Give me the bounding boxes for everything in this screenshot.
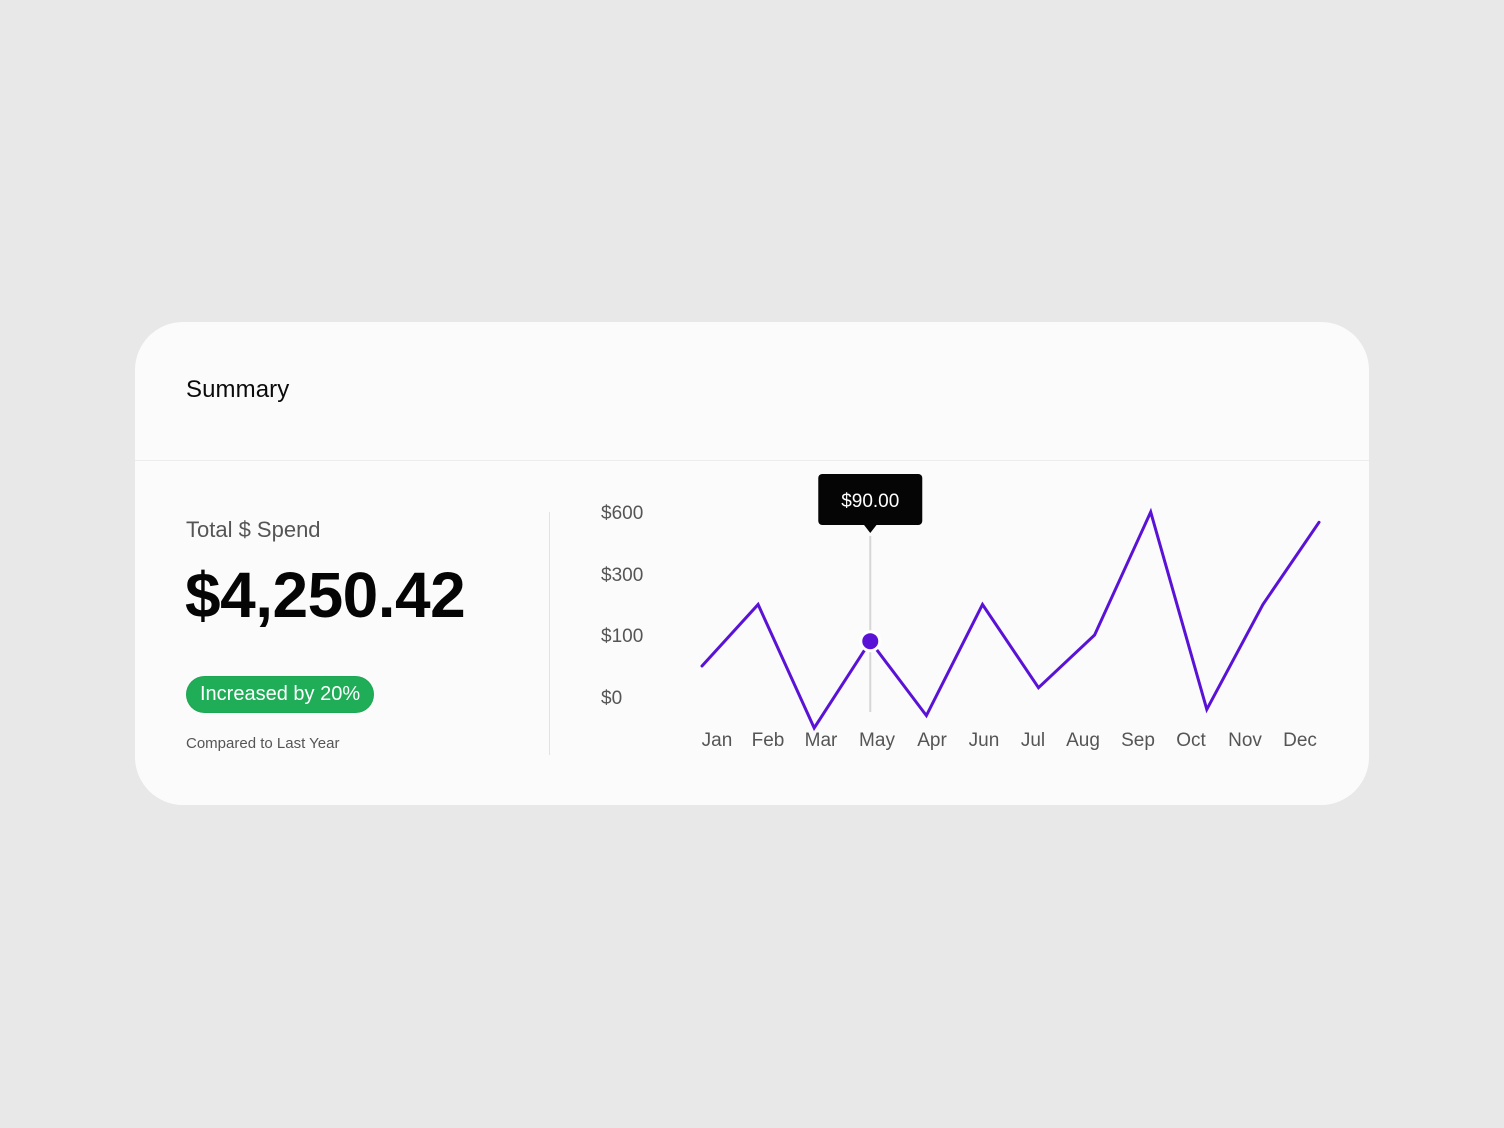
y-tick-label: $600	[601, 503, 643, 524]
x-tick-label: Feb	[752, 730, 785, 751]
spend-line-chart: $600 $300 $100 $0 Jan Feb Mar May Apr Jun Jul Aug Se…	[601, 474, 1321, 751]
y-tick-label: $100	[601, 626, 643, 647]
x-tick-label: Sep	[1121, 730, 1155, 751]
x-tick-label: May	[859, 730, 895, 751]
x-tick-label: Jan	[702, 730, 733, 751]
x-tick-label: Jul	[1021, 730, 1045, 751]
y-tick-label: $300	[601, 565, 643, 586]
tooltip-pointer	[863, 524, 878, 533]
x-tick-label: Mar	[805, 730, 838, 751]
x-tick-label: Oct	[1176, 730, 1206, 751]
x-tick-label: Aug	[1066, 730, 1100, 751]
series-line	[700, 507, 1321, 732]
x-tick-label: Apr	[917, 730, 947, 751]
x-tick-label: Nov	[1228, 730, 1262, 751]
x-tick-label: Jun	[969, 730, 1000, 751]
y-tick-label: $0	[601, 688, 622, 709]
x-tick-label: Dec	[1283, 730, 1317, 751]
tooltip-value: $90.00	[841, 491, 899, 512]
summary-card: Summary Total $ Spend $4,250.42 Increase…	[135, 322, 1369, 805]
highlight-point	[862, 633, 879, 650]
